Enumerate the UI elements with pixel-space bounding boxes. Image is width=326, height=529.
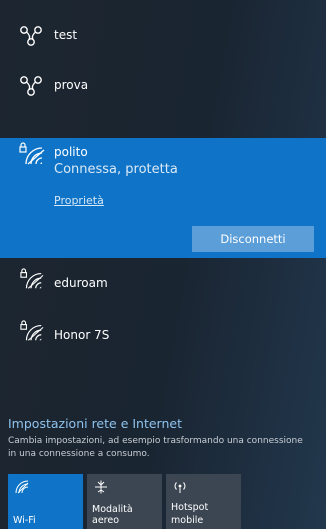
network-name: prova [54,78,89,92]
quick-actions: Wi-Fi Modalità aereo Hotspot mobile [8,474,241,529]
mobile-hotspot-icon [20,26,42,46]
wifi-label: Wi-Fi [13,515,36,526]
secured-wifi-icon [20,320,44,341]
network-settings-section: Impostazioni rete e Internet Cambia impo… [8,416,308,461]
wifi-icon [15,480,29,494]
network-flyout: test prova polito Connessa, protetta Pro… [0,0,326,529]
network-item-prova[interactable]: prova [0,68,326,104]
airplane-mode-label: Modalità aereo [92,504,133,526]
airplane-mode-toggle[interactable]: Modalità aereo [87,474,162,529]
hotspot-icon [174,482,186,493]
connection-status: Connessa, protetta [54,162,178,177]
network-item-honor-7s[interactable]: Honor 7S [0,314,326,354]
network-item-polito-selected[interactable]: polito Connessa, protetta Proprietà Disc… [0,138,326,258]
secured-wifi-icon [20,268,44,289]
network-item-eduroam[interactable]: eduroam [0,262,326,302]
airplane-icon [95,480,107,494]
network-name: test [54,28,78,42]
mobile-hotspot-icon [20,76,42,96]
disconnect-button[interactable]: Disconnetti [192,226,314,252]
network-settings-link[interactable]: Impostazioni rete e Internet [8,416,308,431]
network-name: eduroam [54,276,108,290]
network-settings-description: Cambia impostazioni, ad esempio trasform… [8,436,303,459]
secured-wifi-icon [19,142,45,165]
hotspot-label-line1: Hotspot [171,502,209,513]
wifi-toggle[interactable]: Wi-Fi [8,474,83,529]
hotspot-label-line2: mobile [171,515,204,526]
mobile-hotspot-toggle[interactable]: Hotspot mobile [166,474,241,529]
network-item-test[interactable]: test [0,18,326,54]
network-name: Honor 7S [54,328,110,342]
properties-link[interactable]: Proprietà [54,194,104,207]
network-name: polito [54,145,88,159]
